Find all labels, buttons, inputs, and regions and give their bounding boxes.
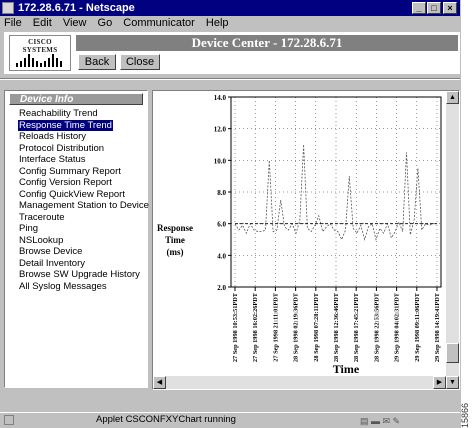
- sidebar-item[interactable]: Browse Device: [19, 246, 82, 257]
- y-tick-label: 14.0: [214, 94, 227, 102]
- header-separator: [0, 78, 460, 80]
- close-window-button[interactable]: ×: [443, 2, 457, 14]
- x-tick-label: 28 Sep 1998 07:28:11PDT: [313, 292, 320, 362]
- scroll-up-icon[interactable]: ▲: [446, 91, 459, 104]
- sidebar-item[interactable]: NSLookup: [19, 235, 63, 246]
- menu-bar: File Edit View Go Communicator Help: [0, 16, 460, 30]
- device-info-header: Device Info: [9, 93, 143, 105]
- response-time-chart: 2.0 4.0 6.0 8.0 10.0 12.0 14.0 27 Sep 1998 10:5…: [157, 94, 442, 376]
- x-axis-label: Time: [333, 362, 360, 376]
- cisco-bridge-icon: [16, 54, 62, 67]
- x-tick-label: 29 Sep 1998 14:19:41PDT: [434, 292, 441, 362]
- sidebar-item[interactable]: Config Summary Report: [19, 166, 121, 177]
- title-bar: 172.28.6.71 - Netscape _ □ ×: [0, 0, 460, 16]
- menu-communicator[interactable]: Communicator: [123, 17, 195, 29]
- window-title: 172.28.6.71 - Netscape: [18, 2, 135, 14]
- y-tick-label: 12.0: [214, 126, 227, 134]
- device-info-menu: Device Info Reachability Trend Response T…: [4, 90, 149, 388]
- x-tick-label: 27 Sep 1998 21:11:01PDT: [272, 292, 279, 362]
- sidebar-item[interactable]: Management Station to Device: [19, 200, 149, 211]
- chart-pane: 2.0 4.0 6.0 8.0 10.0 12.0 14.0 27 Sep 1998 10:5…: [152, 90, 460, 390]
- menu-help[interactable]: Help: [206, 17, 229, 29]
- sidebar-item[interactable]: Config Version Report: [19, 177, 112, 188]
- scroll-right-icon[interactable]: ▶: [433, 376, 446, 389]
- cisco-logo: CISCO SYSTEMS: [9, 35, 71, 71]
- netscape-icon: [2, 2, 14, 14]
- y-tick-label: 2.0: [217, 284, 226, 292]
- y-axis-label: (ms): [167, 247, 184, 257]
- y-tick-label: 4.0: [217, 252, 226, 260]
- sidebar-item[interactable]: Reloads History: [19, 131, 86, 142]
- menu-go[interactable]: Go: [98, 17, 113, 29]
- menu-edit[interactable]: Edit: [33, 17, 52, 29]
- y-tick-label: 8.0: [217, 189, 226, 197]
- back-button[interactable]: Back: [78, 54, 116, 70]
- component-bar-icons[interactable]: ▤ ▬ ✉ ✎: [360, 416, 400, 427]
- horizontal-scrollbar[interactable]: ◀ ▶: [153, 376, 446, 389]
- menu-view[interactable]: View: [63, 17, 87, 29]
- browser-window: 172.28.6.71 - Netscape _ □ × File Edit V…: [0, 0, 460, 428]
- security-lock-icon[interactable]: [4, 415, 14, 425]
- page-title: Device Center - 172.28.6.71: [76, 35, 458, 51]
- menu-file[interactable]: File: [4, 17, 22, 29]
- status-text: Applet CSCONFXYChart running: [96, 414, 236, 425]
- sidebar-item[interactable]: Protocol Distribution: [19, 143, 104, 154]
- sidebar-item[interactable]: Reachability Trend: [19, 108, 98, 119]
- sidebar-item[interactable]: Traceroute: [19, 212, 65, 223]
- page-margin: [461, 0, 472, 428]
- maximize-button[interactable]: □: [427, 2, 441, 14]
- x-tick-label: 27 Sep 1998 10:53:51PDT: [232, 292, 239, 362]
- sidebar-item[interactable]: Interface Status: [19, 154, 86, 165]
- minimize-button[interactable]: _: [412, 2, 426, 14]
- sidebar-item[interactable]: Detail Inventory: [19, 258, 85, 269]
- sidebar-item[interactable]: All Syslog Messages: [19, 281, 107, 292]
- status-bar: Applet CSCONFXYChart running ▤ ▬ ✉ ✎: [0, 412, 460, 428]
- y-tick-label: 10.0: [214, 157, 227, 165]
- y-axis-label: Response: [157, 223, 193, 233]
- y-axis-label: Time: [165, 235, 185, 245]
- device-center-header: CISCO SYSTEMS Device Center - 172.28.6.7…: [4, 32, 460, 74]
- sidebar-item[interactable]: Ping: [19, 223, 38, 234]
- x-tick-label: 28 Sep 1998 12:36:46PDT: [333, 292, 340, 362]
- sidebar-item[interactable]: Response Time Trend: [18, 119, 113, 131]
- scroll-down-icon[interactable]: ▼: [446, 376, 459, 389]
- sidebar-item[interactable]: Browse SW Upgrade History: [19, 269, 140, 280]
- x-tick-label: 27 Sep 1998 16:02:26PDT: [252, 292, 259, 362]
- x-tick-label: 28 Sep 1998 17:45:21PDT: [353, 292, 360, 362]
- y-tick-label: 6.0: [217, 221, 226, 229]
- figure-number: 15866: [460, 402, 470, 428]
- x-tick-label: 28 Sep 1998 22:53:56PDT: [373, 292, 380, 362]
- vertical-scrollbar[interactable]: ▲ ▼: [446, 91, 459, 389]
- x-tick-label: 29 Sep 1998 09:11:06PDT: [414, 292, 421, 362]
- sidebar-item[interactable]: Config QuickView Report: [19, 189, 125, 200]
- x-tick-label: 28 Sep 1998 02:19:36PDT: [293, 292, 300, 362]
- scroll-left-icon[interactable]: ◀: [153, 376, 166, 389]
- close-button[interactable]: Close: [120, 54, 160, 70]
- x-tick-label: 29 Sep 1998 04:02:31PDT: [394, 292, 401, 362]
- scroll-thumb[interactable]: [446, 343, 459, 363]
